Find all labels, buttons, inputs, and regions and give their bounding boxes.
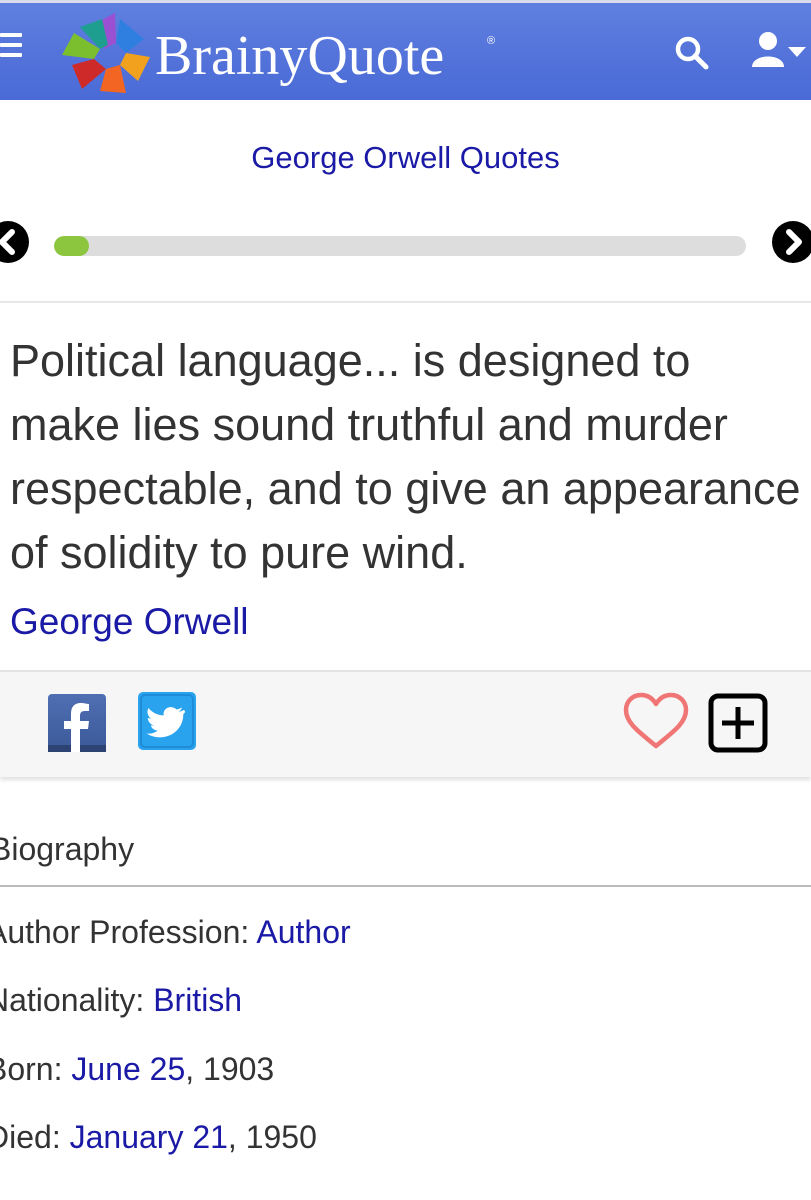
progress-fill bbox=[54, 236, 89, 256]
twitter-icon[interactable] bbox=[137, 691, 197, 751]
nationality-label: Nationality: bbox=[0, 982, 154, 1018]
born-label: Born: bbox=[0, 1051, 63, 1087]
user-icon[interactable] bbox=[750, 29, 808, 73]
share-bar bbox=[0, 670, 811, 777]
registered-mark: ® bbox=[487, 35, 496, 47]
nationality-link[interactable]: British bbox=[153, 982, 242, 1018]
page-title[interactable]: George Orwell Quotes bbox=[0, 140, 811, 176]
brainyquote-logo-icon[interactable] bbox=[60, 13, 155, 99]
biography-divider bbox=[0, 885, 811, 887]
heart-icon[interactable] bbox=[622, 691, 690, 751]
chevron-left-icon[interactable] bbox=[0, 220, 30, 264]
top-nav-bar: BrainyQuote ® bbox=[0, 0, 811, 100]
born-date-link[interactable]: June 25 bbox=[71, 1051, 185, 1087]
page-title-link[interactable]: George Orwell Quotes bbox=[251, 140, 559, 175]
biography-heading: Biography bbox=[0, 831, 135, 867]
bio-profession-row: Author Profession: Author bbox=[0, 914, 351, 951]
quote-author-link[interactable]: George Orwell bbox=[10, 601, 249, 643]
born-year: , 1903 bbox=[185, 1051, 275, 1087]
quote-text[interactable]: Political language... is designed to mak… bbox=[10, 329, 810, 585]
quote-card: Political language... is designed to mak… bbox=[0, 301, 811, 777]
search-icon[interactable] bbox=[672, 33, 712, 73]
hamburger-icon[interactable] bbox=[0, 33, 22, 63]
logo-text[interactable]: BrainyQuote bbox=[155, 23, 444, 89]
chevron-right-icon[interactable] bbox=[771, 220, 811, 264]
died-year: , 1950 bbox=[227, 1119, 317, 1155]
died-date-link[interactable]: January 21 bbox=[70, 1119, 228, 1155]
bio-died-row: Died: January 21, 1950 bbox=[0, 1119, 317, 1156]
died-label: Died: bbox=[0, 1119, 61, 1155]
facebook-icon[interactable] bbox=[47, 693, 107, 753]
plus-box-icon[interactable] bbox=[708, 693, 768, 753]
bio-born-row: Born: June 25, 1903 bbox=[0, 1051, 274, 1088]
profession-link[interactable]: Author bbox=[256, 914, 350, 950]
profession-label: Author Profession: bbox=[0, 914, 257, 950]
progress-bar bbox=[54, 236, 746, 256]
bio-nationality-row: Nationality: British bbox=[0, 982, 242, 1019]
